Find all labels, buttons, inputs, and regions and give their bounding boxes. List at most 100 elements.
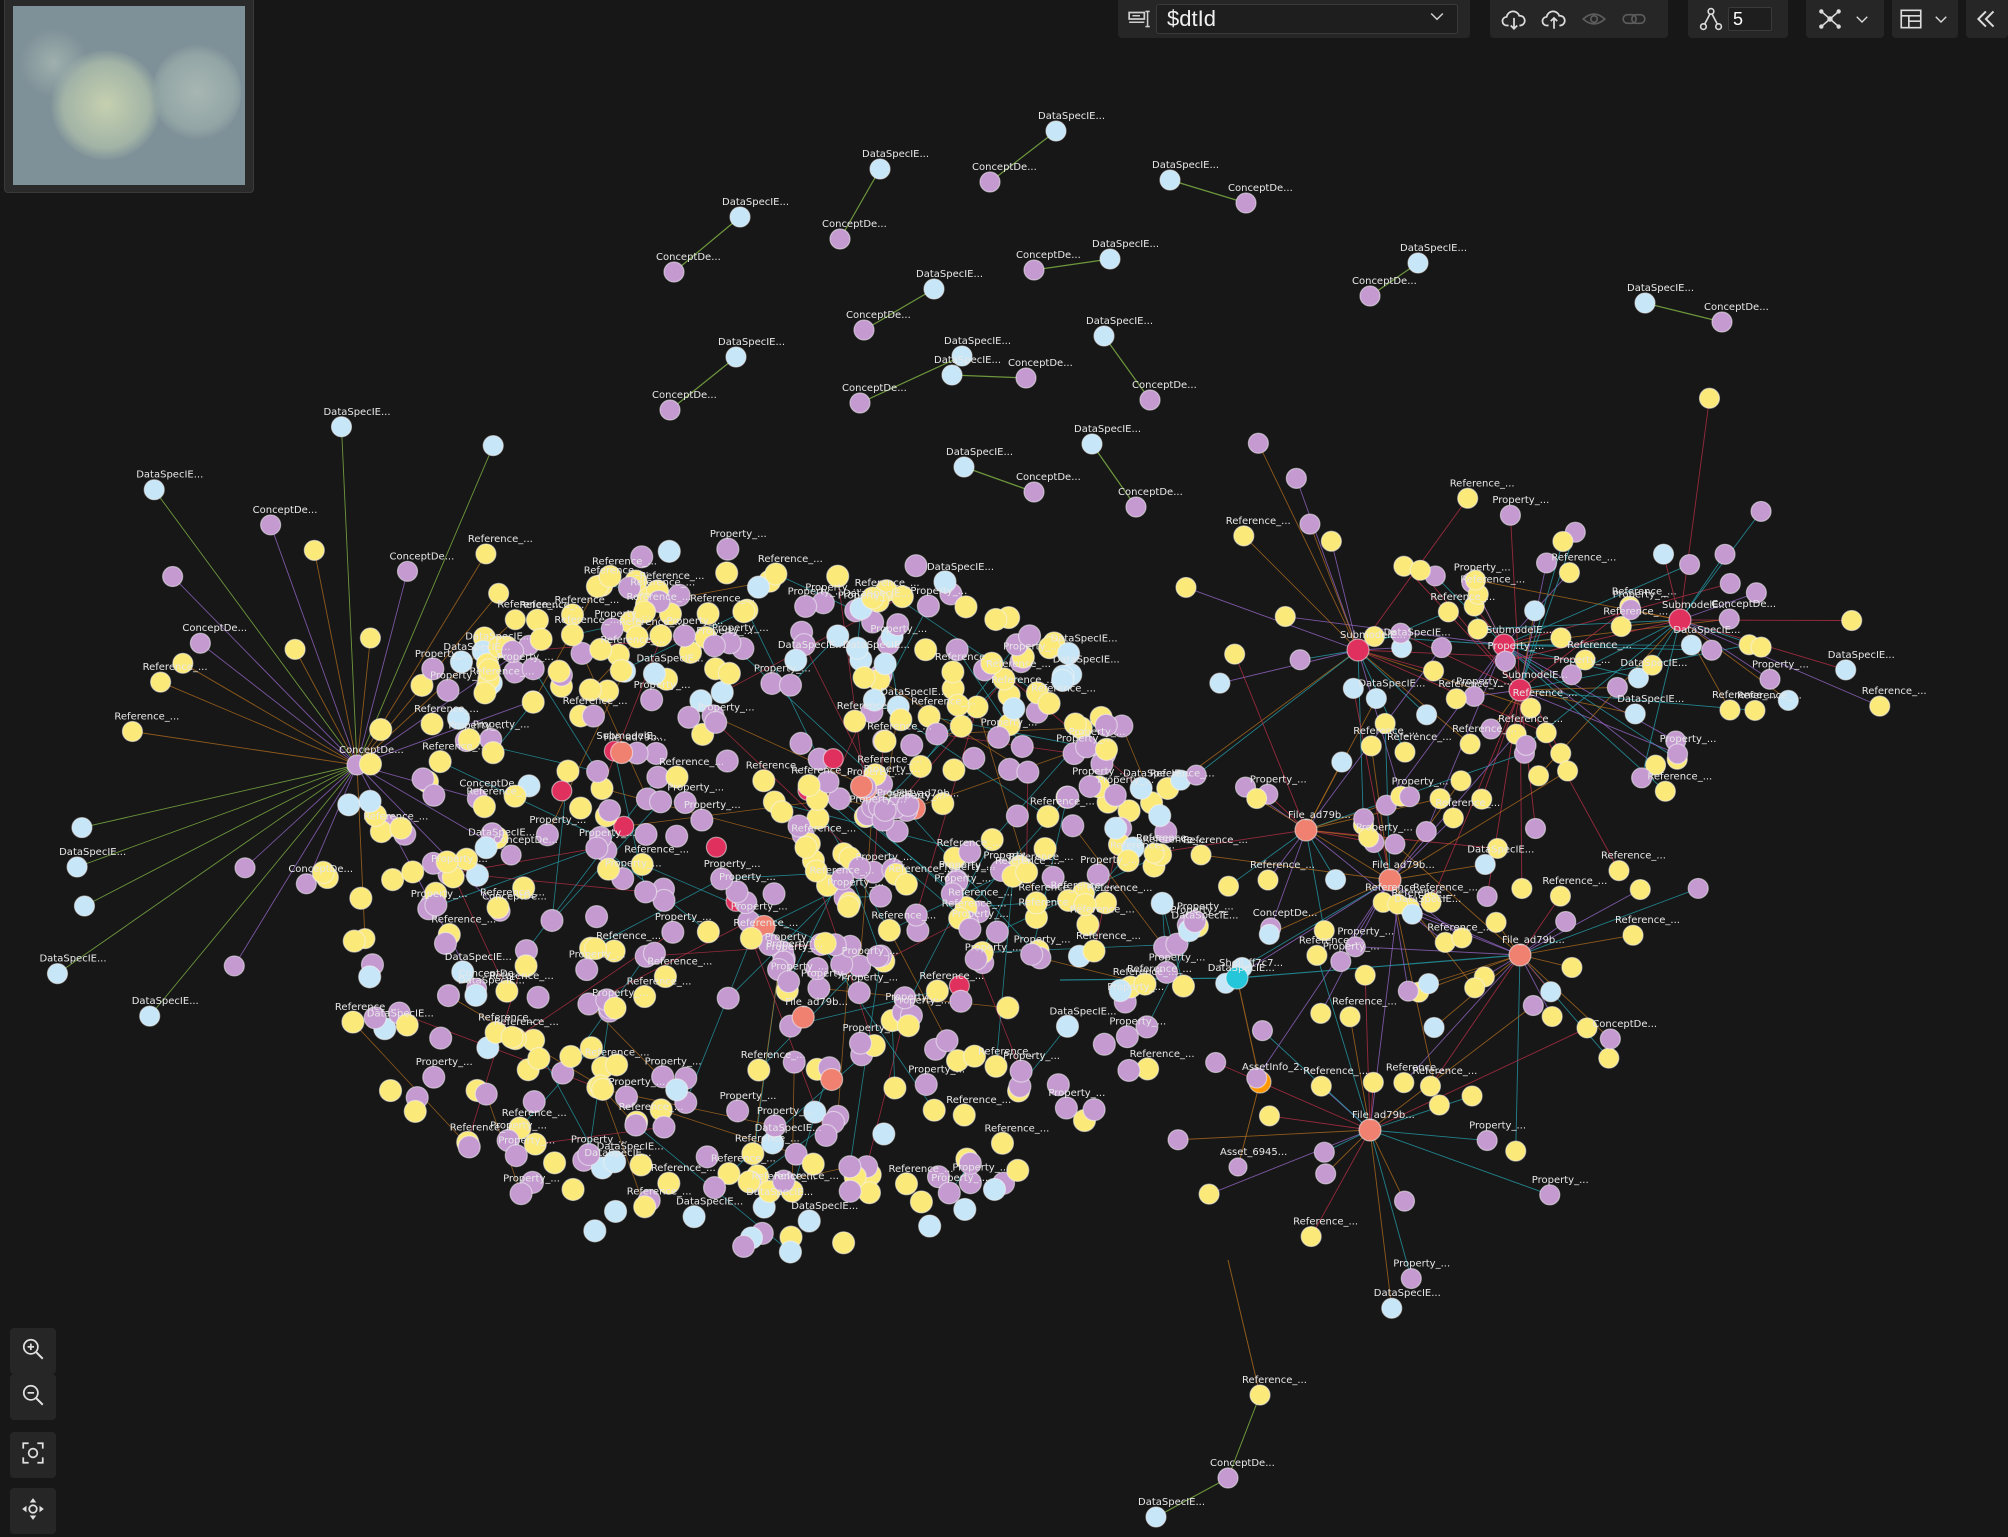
- graph-node[interactable]: [1499, 504, 1522, 526]
- graph-node[interactable]: [649, 790, 673, 814]
- graph-node[interactable]: [1354, 964, 1376, 986]
- graph-node[interactable]: [1687, 877, 1709, 900]
- graph-node[interactable]: [1558, 561, 1581, 584]
- graph-node[interactable]: [1209, 672, 1231, 694]
- graph-node[interactable]: [527, 1046, 551, 1071]
- graph-node[interactable]: [869, 158, 891, 180]
- graph-node[interactable]: [949, 989, 973, 1013]
- graph-node[interactable]: [475, 543, 497, 565]
- graph-node[interactable]: [1020, 942, 1044, 966]
- graph-node[interactable]: [1474, 853, 1496, 876]
- graph-node[interactable]: [337, 793, 361, 817]
- graph-node[interactable]: [935, 1029, 959, 1053]
- graph-node[interactable]: [66, 856, 88, 878]
- graph-node[interactable]: [597, 798, 622, 823]
- graph-node[interactable]: [1037, 691, 1061, 715]
- graph-node[interactable]: [189, 632, 211, 654]
- graph-node[interactable]: [894, 872, 918, 896]
- graph-node[interactable]: [849, 392, 871, 414]
- graph-node[interactable]: [150, 671, 172, 693]
- graph-node[interactable]: [1701, 639, 1723, 661]
- graph-node[interactable]: [500, 1025, 524, 1049]
- graph-node[interactable]: [1217, 875, 1240, 897]
- graph-node[interactable]: [551, 780, 573, 802]
- graph-node[interactable]: [953, 456, 975, 478]
- graph-node[interactable]: [1401, 903, 1423, 925]
- graph-node[interactable]: [358, 789, 382, 813]
- graph-node[interactable]: [634, 822, 658, 847]
- graph-node[interactable]: [1055, 1014, 1080, 1038]
- graph-node[interactable]: [342, 929, 366, 953]
- graph-node[interactable]: [1092, 1032, 1116, 1056]
- graph-node[interactable]: [1023, 481, 1045, 503]
- graph-node[interactable]: [609, 740, 634, 765]
- graph-node[interactable]: [747, 1058, 771, 1082]
- graph-node[interactable]: [962, 746, 986, 770]
- graph-node[interactable]: [778, 673, 803, 697]
- graph-node[interactable]: [1397, 980, 1419, 1002]
- graph-node[interactable]: [1009, 1059, 1033, 1083]
- graph-node[interactable]: [1678, 553, 1701, 576]
- graph-node[interactable]: [396, 560, 419, 582]
- graph-node[interactable]: [1442, 807, 1464, 829]
- graph-node[interactable]: [990, 1131, 1015, 1155]
- graph-node[interactable]: [1099, 248, 1121, 270]
- graph-node[interactable]: [922, 1098, 946, 1122]
- graph-node[interactable]: [1289, 649, 1311, 671]
- graph-node[interactable]: [1331, 751, 1353, 773]
- graph-node[interactable]: [904, 554, 928, 578]
- graph-node[interactable]: [1464, 977, 1486, 999]
- graph-node[interactable]: [436, 678, 460, 702]
- graph-node[interactable]: [838, 1179, 862, 1203]
- graph-node[interactable]: [1310, 1002, 1332, 1024]
- graph-node[interactable]: [585, 759, 610, 784]
- fit-view-button[interactable]: [10, 1432, 56, 1478]
- graph-node[interactable]: [504, 1144, 528, 1168]
- graph-node[interactable]: [1541, 1005, 1563, 1028]
- eye-icon[interactable]: [1574, 0, 1614, 38]
- graph-node[interactable]: [1339, 1006, 1361, 1028]
- graph-node[interactable]: [726, 1099, 750, 1123]
- graph-node[interactable]: [1365, 687, 1387, 710]
- graph-node[interactable]: [358, 752, 383, 776]
- graph-node[interactable]: [378, 1078, 403, 1103]
- graph-node[interactable]: [1508, 943, 1532, 967]
- graph-node[interactable]: [1103, 783, 1127, 807]
- graph-node[interactable]: [672, 624, 697, 648]
- graph-node[interactable]: [1251, 1020, 1274, 1042]
- graph-node[interactable]: [900, 733, 924, 757]
- graph-node[interactable]: [1310, 1075, 1332, 1097]
- graph-node[interactable]: [1629, 878, 1651, 901]
- graph-node[interactable]: [739, 926, 763, 950]
- graph-node[interactable]: [330, 416, 353, 438]
- graph-node[interactable]: [1258, 923, 1280, 945]
- graph-node[interactable]: [1381, 1297, 1403, 1319]
- graph-node[interactable]: [1006, 1158, 1030, 1182]
- graph-node[interactable]: [1061, 814, 1085, 838]
- graph-node[interactable]: [609, 659, 633, 683]
- graph-node[interactable]: [958, 917, 982, 941]
- graph-minimap[interactable]: [4, 0, 254, 193]
- graph-node[interactable]: [482, 435, 504, 457]
- label-property-select[interactable]: $dtId: [1156, 4, 1458, 34]
- graph-node[interactable]: [1023, 259, 1045, 281]
- graph-node[interactable]: [729, 206, 751, 228]
- graph-node[interactable]: [422, 783, 446, 807]
- graph-node[interactable]: [223, 955, 245, 977]
- graph-node[interactable]: [403, 1099, 427, 1124]
- graph-node[interactable]: [1711, 311, 1733, 333]
- graph-node[interactable]: [682, 1205, 706, 1229]
- graph-node[interactable]: [789, 731, 813, 755]
- graph-node[interactable]: [952, 1103, 976, 1127]
- graph-node[interactable]: [1257, 869, 1279, 891]
- graph-node[interactable]: [1409, 559, 1431, 581]
- graph-node[interactable]: [942, 758, 966, 782]
- graph-node[interactable]: [1527, 765, 1550, 787]
- graph-node[interactable]: [1233, 525, 1255, 547]
- graph-node[interactable]: [1556, 760, 1579, 782]
- graph-node[interactable]: [1045, 120, 1067, 142]
- graph-node[interactable]: [1082, 1098, 1106, 1122]
- zoom-in-button[interactable]: [10, 1328, 56, 1374]
- graph-node[interactable]: [358, 965, 382, 989]
- graph-node[interactable]: [923, 278, 945, 300]
